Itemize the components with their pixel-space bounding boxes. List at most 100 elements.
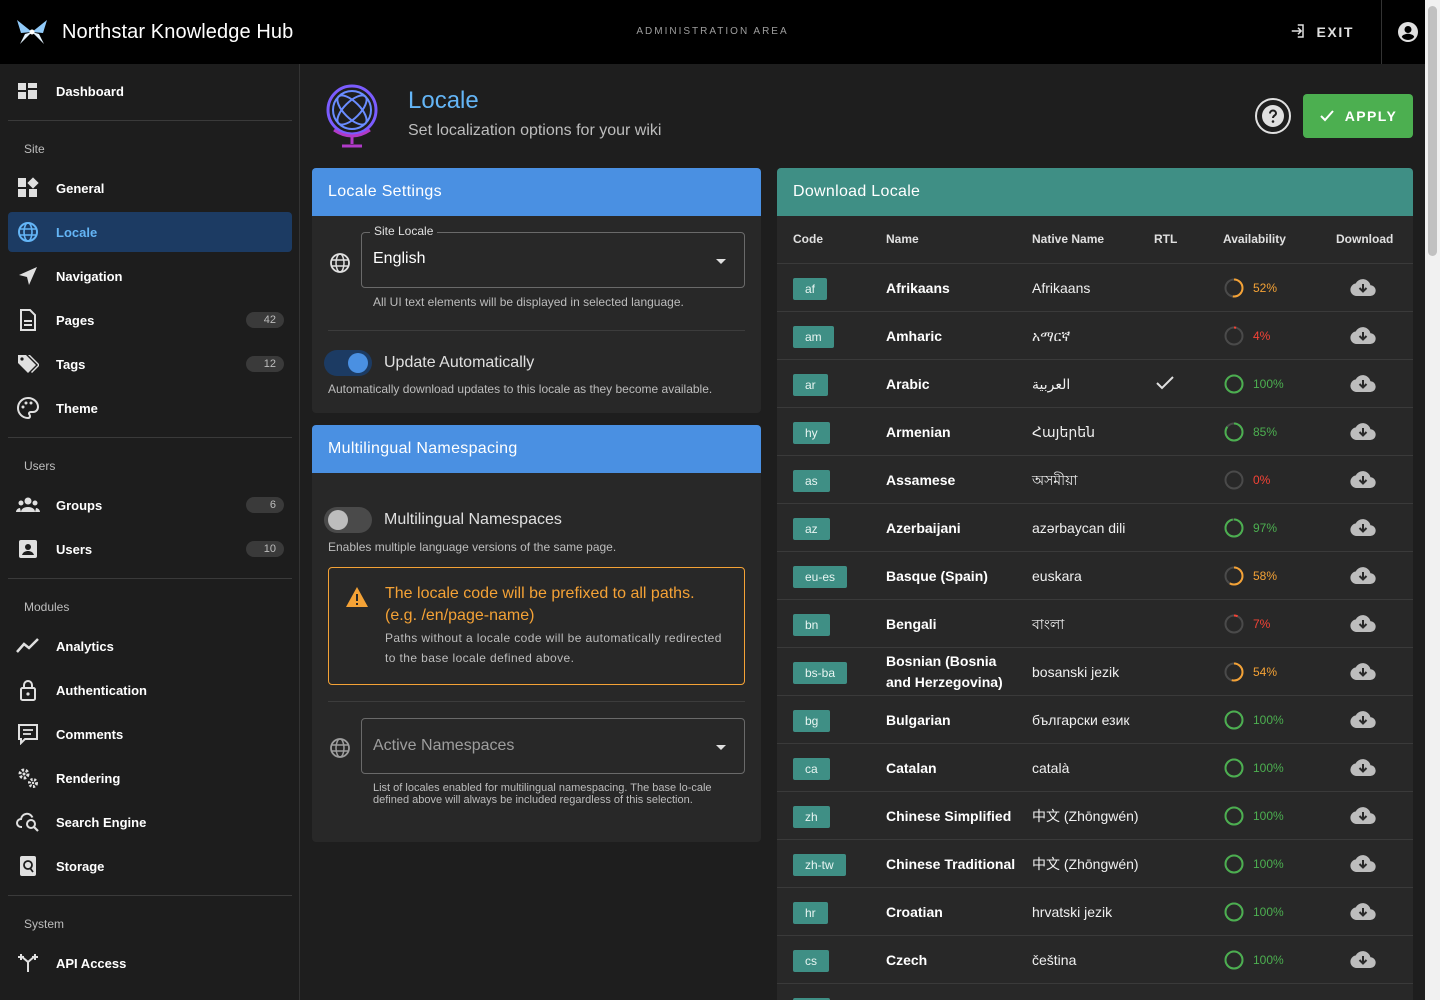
account-button[interactable] [1390, 14, 1426, 50]
availability-progress-ring [1224, 374, 1244, 394]
rtl-check-icon [1155, 374, 1175, 397]
apply-button[interactable]: APPLY [1303, 94, 1413, 138]
locale-native-name: euskara [1032, 568, 1082, 584]
locale-native-name: አማርኛ [1032, 328, 1071, 344]
locale-settings-card: Locale Settings Site Locale English All … [312, 168, 761, 413]
locale-name: Chinese Traditional [886, 856, 1016, 872]
column-header-availability[interactable]: Availability [1223, 232, 1286, 246]
sidebar-item-locale[interactable]: Locale [8, 212, 292, 252]
sidebar-item-theme[interactable]: Theme [8, 388, 292, 428]
sidebar-item-users[interactable]: Users 10 [8, 529, 292, 569]
availability-percent: 52% [1253, 281, 1278, 295]
sidebar-item-analytics[interactable]: Analytics [8, 626, 292, 666]
warning-icon [345, 586, 369, 613]
download-icon[interactable] [1350, 757, 1376, 779]
download-icon[interactable] [1350, 277, 1376, 299]
locale-code-chip: am [793, 326, 834, 348]
sidebar-item-general[interactable]: General [8, 168, 292, 208]
account-divider [1381, 0, 1382, 64]
page-subtitle: Set localization options for your wiki [408, 122, 662, 139]
page-scrollbar[interactable] [1425, 0, 1440, 1000]
sidebar-item-label: Search Engine [56, 814, 147, 830]
sidebar-item-dashboard[interactable]: Dashboard [8, 71, 292, 111]
sidebar-item-search-engine[interactable]: Search Engine [8, 802, 292, 842]
scrollbar-thumb[interactable] [1428, 6, 1437, 256]
locale-code-chip: eu-es [793, 566, 848, 588]
sidebar-item-label: Rendering [56, 770, 121, 786]
sidebar-section-users: Users [24, 459, 56, 473]
availability-percent: 100% [1253, 953, 1284, 967]
sidebar-item-comments[interactable]: Comments [8, 714, 292, 754]
locale-native-name: български език [1032, 712, 1130, 728]
download-icon[interactable] [1350, 517, 1376, 539]
column-header-download[interactable]: Download [1336, 232, 1393, 246]
download-icon[interactable] [1350, 421, 1376, 443]
availability-percent: 100% [1253, 809, 1284, 823]
multilingual-namespaces-toggle[interactable] [324, 505, 372, 535]
locale-code-chip: cs [793, 950, 829, 972]
availability-percent: 54% [1253, 665, 1278, 679]
table-row: zh-tw Chinese Traditional 中文 (Zhōngwén) 100… [777, 839, 1413, 887]
namespace-warning-alert: The locale code will be prefixed to all … [328, 567, 745, 685]
availability-progress-ring [1224, 806, 1244, 826]
download-icon[interactable] [1350, 565, 1376, 587]
download-icon[interactable] [1350, 709, 1376, 731]
exit-button[interactable]: EXIT [1274, 14, 1368, 50]
download-icon[interactable] [1350, 805, 1376, 827]
sidebar-item-label: Dashboard [56, 83, 124, 99]
table-row: af Afrikaans Afrikaans 52% [777, 263, 1413, 311]
download-icon[interactable] [1350, 949, 1376, 971]
locale-name: Arabic [886, 376, 930, 392]
download-icon[interactable] [1350, 853, 1376, 875]
sidebar-item-rendering[interactable]: Rendering [8, 758, 292, 798]
availability-progress-ring [1224, 902, 1244, 922]
download-icon[interactable] [1350, 901, 1376, 923]
locale-code-chip: ca [793, 758, 830, 780]
column-header-name[interactable]: Name [886, 232, 919, 246]
pages-count-badge: 42 [246, 312, 284, 328]
table-row: cs Czech čeština 100% [777, 935, 1413, 983]
download-icon[interactable] [1350, 373, 1376, 395]
sidebar-item-navigation[interactable]: Navigation [8, 256, 292, 296]
sidebar-item-tags[interactable]: Tags 12 [8, 344, 292, 384]
download-icon[interactable] [1350, 469, 1376, 491]
sidebar-item-storage[interactable]: Storage [8, 846, 292, 886]
alert-title: The locale code will be prefixed to all … [385, 585, 695, 624]
cloud-search-icon [16, 810, 40, 834]
comment-icon [16, 722, 40, 746]
sidebar-item-api-access[interactable]: API Access [8, 943, 292, 983]
groups-count-badge: 6 [246, 497, 284, 513]
progress-fill [1224, 758, 1244, 778]
sidebar-item-label: Navigation [56, 268, 123, 284]
download-icon[interactable] [1350, 613, 1376, 635]
locale-name: Bosnian (Bosnia and Herzegovina) [886, 653, 1003, 690]
file-icon [16, 308, 40, 332]
sidebar-item-label: Groups [56, 497, 103, 513]
top-app-bar: Northstar Knowledge Hub [0, 0, 1425, 64]
locale-native-name: 中文 (Zhōngwén) [1032, 808, 1139, 824]
palette-icon [16, 396, 40, 420]
toggle-thumb [328, 510, 348, 530]
locale-native-name: català [1032, 760, 1070, 776]
multilingual-card: Multilingual Namespacing Multilingual Na… [312, 425, 761, 842]
sidebar-item-pages[interactable]: Pages 42 [8, 300, 292, 340]
site-locale-select[interactable]: Site Locale English [361, 224, 745, 288]
active-namespaces-hint: List of locales enabled for multilingual… [373, 782, 712, 806]
help-button[interactable] [1255, 98, 1291, 134]
sidebar-item-groups[interactable]: Groups 6 [8, 485, 292, 525]
update-automatically-toggle[interactable] [324, 348, 372, 378]
active-namespaces-select[interactable]: Active Namespaces [361, 718, 745, 774]
download-icon[interactable] [1350, 325, 1376, 347]
column-header-rtl[interactable]: RTL [1154, 232, 1177, 246]
column-header-code[interactable]: Code [793, 232, 823, 246]
locale-native-name: 中文 (Zhōngwén) [1032, 856, 1139, 872]
download-icon[interactable] [1350, 661, 1376, 683]
navigation-icon [16, 264, 40, 288]
column-header-native-name[interactable]: Native Name [1032, 232, 1104, 246]
availability-percent: 0% [1253, 473, 1271, 487]
locale-name: Bengali [886, 616, 937, 632]
page-title: Locale [408, 87, 479, 114]
sidebar-item-authentication[interactable]: Authentication [8, 670, 292, 710]
locale-name: Catalan [886, 760, 937, 776]
table-row: ca Catalan català 100% [777, 743, 1413, 791]
